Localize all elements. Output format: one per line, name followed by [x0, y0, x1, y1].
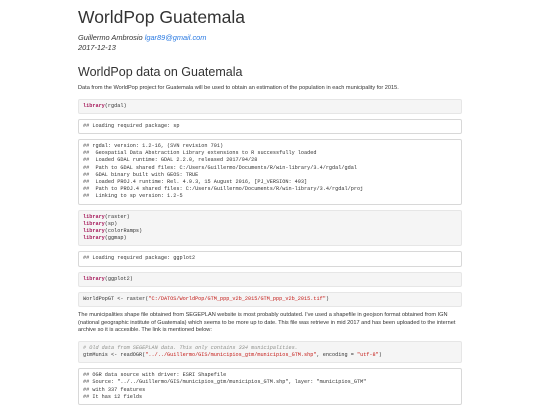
author-line: Guillermo Ambrosio lgar89@gmail.com — [78, 33, 462, 43]
code-args: (colorRamps) — [104, 228, 143, 235]
code-line: library(ggmap) — [83, 235, 457, 242]
output-line: ## Source: "../../Guillermo/GIS/municipi… — [83, 379, 367, 386]
output-line: ## Loaded PROJ.4 runtime: Rel. 4.9.3, 15… — [83, 179, 308, 186]
output-line: ## Linking to sp version: 1.2-5 — [83, 193, 183, 200]
code-args: (rgdal) — [104, 102, 127, 109]
code-keyword: library — [83, 235, 105, 242]
code-keyword: library — [83, 102, 105, 109]
code-block-load-rgdal[interactable]: library(rgdal) — [78, 98, 462, 114]
shapefile-paragraph: The municipalities shape file obtained f… — [78, 312, 456, 334]
code-string: "utf-8" — [356, 352, 379, 359]
output-line: ## Loaded GDAL runtime: GDAL 2.2.0, rele… — [83, 157, 258, 164]
code-line: library(sp) — [83, 221, 457, 228]
page-title: WorldPop Guatemala — [78, 7, 245, 27]
output-line: ## Loading required package: sp — [83, 122, 180, 129]
code-string: "C:/DATOS/WorldPop/GTM_ppp_v2b_2015/GTM_… — [148, 295, 326, 302]
output-block-ogr: ## OGR data source with driver: ESRI Sha… — [78, 368, 462, 405]
section-heading: WorldPop data on Guatemala — [78, 65, 243, 79]
output-line: ## Path to PROJ.4 shared files: C:/Users… — [83, 186, 364, 193]
output-block-rgdal-info: ## rgdal: version: 1.2-16, (SVN revision… — [78, 139, 462, 205]
author-email-link[interactable]: lgar89@gmail.com — [145, 33, 207, 42]
output-line: ## Geospatial Data Abstraction Library e… — [83, 150, 317, 157]
code-comment: # Old data from SEGEPLAN data. This only… — [83, 344, 298, 351]
code-line: library(colorRamps) — [83, 228, 457, 235]
code-text: ) — [325, 295, 329, 302]
code-keyword: library — [83, 213, 105, 220]
output-line: ## GDAL binary built with GEOS: TRUE — [83, 171, 199, 178]
code-block-load-libraries[interactable]: library(raster) library(sp) library(colorR… — [78, 209, 462, 247]
code-text: ) — [378, 352, 382, 359]
output-line: ## Path to GDAL shared files: C:/Users/G… — [83, 164, 357, 171]
code-block-load-ggplot2[interactable]: library(ggplot2) — [78, 271, 462, 287]
code-args: (ggmap) — [104, 235, 127, 242]
code-string: "../../Guillermo/GIS/municipios_gtm/muni… — [145, 352, 317, 359]
code-text: gtmMunis <- readOGR( — [83, 352, 146, 359]
code-args: (raster) — [104, 213, 130, 220]
code-args: (ggplot2) — [104, 275, 133, 282]
document-date: 2017-12-13 — [78, 43, 116, 52]
code-block-raster[interactable]: WorldPopGT <- raster("C:/DATOS/WorldPop/… — [78, 291, 462, 308]
code-keyword: library — [83, 275, 105, 282]
intro-paragraph: Data from the WorldPop project for Guate… — [78, 85, 399, 91]
output-line: ## Loading required package: ggplot2 — [83, 255, 196, 262]
code-args: (sp) — [104, 220, 118, 227]
code-text: WorldPopGT <- raster( — [83, 295, 149, 302]
output-line: ## rgdal: version: 1.2-16, (SVN revision… — [83, 143, 224, 149]
output-line: ## OGR data source with driver: ESRI Sha… — [83, 372, 227, 379]
code-text: , encoding = — [316, 352, 357, 359]
code-line: gtmMunis <- readOGR("../../Guillermo/GIS… — [83, 352, 457, 359]
code-keyword: library — [83, 228, 105, 235]
document: WorldPop Guatemala Guillermo Ambrosio lg… — [78, 0, 462, 405]
output-block-sp: ## Loading required package: sp — [78, 118, 462, 134]
code-block-readogr[interactable]: # Old data from SEGEPLAN data. This only… — [78, 340, 462, 364]
output-line: ## with 337 features — [83, 386, 146, 393]
author-name: Guillermo Ambrosio — [78, 33, 143, 42]
code-line: library(raster) — [83, 214, 457, 221]
code-keyword: library — [83, 220, 105, 227]
output-line: ## It has 12 fields — [83, 393, 143, 400]
output-block-ggplot2: ## Loading required package: ggplot2 — [78, 251, 462, 267]
